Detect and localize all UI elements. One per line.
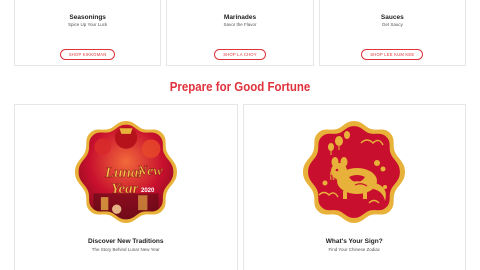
medal-word-year: Year — [111, 181, 139, 197]
card-subtitle: Savor the Flavor — [223, 22, 257, 27]
card-title: Marinades — [223, 14, 257, 21]
feature-subtitle: Find Your Chinese Zodiac — [328, 247, 381, 252]
product-card-row: Seasonings Spice Up Your Luck SHOP KIKKO… — [0, 0, 480, 66]
feature-card-zodiac[interactable]: 鼠 What's Your Sign? Find Your Chinese Zo… — [242, 104, 466, 270]
medal-year-number: 2020 — [141, 188, 155, 194]
zodiac-rat-medal-image[interactable]: 鼠 — [299, 117, 409, 227]
lunar-new-year-medal-image[interactable]: Lunar New Year 2020 — [71, 117, 181, 227]
medal-word-new: New — [136, 164, 163, 179]
feature-card-traditions[interactable]: Lunar New Year 2020 Discover New Traditi… — [14, 104, 238, 270]
feature-title[interactable]: What's Your Sign? — [326, 238, 383, 245]
feature-subtitle: The Story Behind Lunar New Year — [91, 247, 160, 252]
shop-lee-kum-kee-button[interactable]: SHOP LEE KUM KEE — [361, 49, 424, 60]
product-card-seasonings: Seasonings Spice Up Your Luck SHOP KIKKO… — [14, 0, 162, 66]
shop-kikkoman-button[interactable]: SHOP KIKKOMAN — [59, 49, 116, 60]
card-subtitle: Spice Up Your Luck — [68, 22, 108, 27]
product-card-marinades: Marinades Savor the Flavor SHOP LA CHOY — [166, 0, 314, 66]
section-heading: Prepare for Good Fortune — [169, 80, 311, 94]
card-subtitle: Get Saucy — [381, 22, 403, 27]
feature-title[interactable]: Discover New Traditions — [88, 238, 164, 245]
card-title: Seasonings — [69, 14, 106, 21]
card-title: Sauces — [380, 14, 404, 21]
zodiac-glyph: 鼠 — [329, 170, 338, 182]
shop-la-choy-button[interactable]: SHOP LA CHOY — [214, 49, 266, 60]
feature-card-row: Lunar New Year 2020 Discover New Traditi… — [14, 104, 466, 270]
product-card-sauces: Sauces Get Saucy SHOP LEE KUM KEE — [318, 0, 466, 66]
